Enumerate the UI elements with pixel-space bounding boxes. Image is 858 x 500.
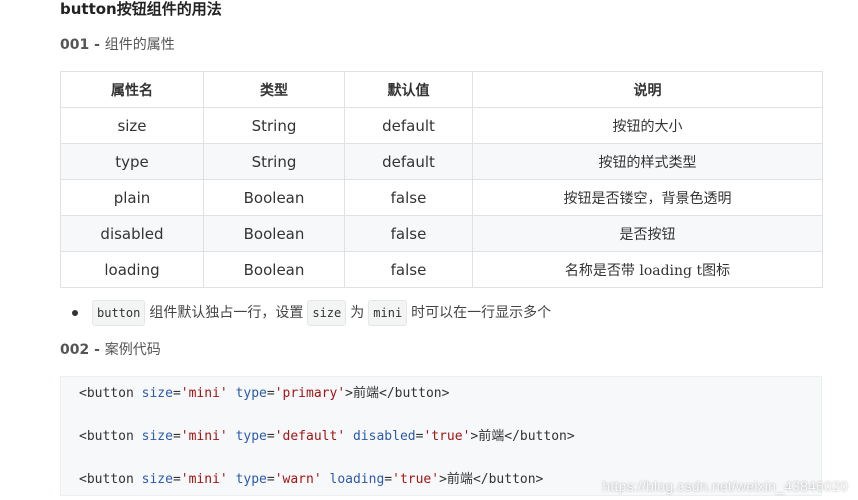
code-attr: size (141, 472, 173, 487)
header-prop-name: 属性名 (60, 71, 204, 108)
bullet-icon (72, 310, 78, 316)
code-attr: size (141, 386, 173, 401)
table-row: size String default 按钮的大小 (60, 107, 823, 144)
code-attr: size (141, 429, 173, 444)
cell-prop-name: loading (60, 251, 204, 288)
cell-description: 按钮的样式类型 (472, 143, 823, 180)
cell-default: false (344, 179, 473, 216)
code-line: <button size='mini' type='default' disab… (79, 429, 575, 444)
code-close-tag: </button> (504, 429, 575, 444)
inline-code-size: size (307, 300, 347, 326)
cell-prop-name: size (60, 107, 204, 144)
code-text: 前端 (352, 386, 379, 401)
code-attr: type (235, 472, 267, 487)
cell-type: Boolean (203, 251, 345, 288)
cell-default: default (344, 107, 473, 144)
code-line: <button size='mini' type='primary'>前端</b… (79, 386, 450, 401)
note-list-item: button 组件默认独占一行，设置 size 为 mini 时可以在一行显示多… (72, 300, 551, 326)
cell-default: default (344, 143, 473, 180)
code-attr: type (235, 386, 267, 401)
inline-code-button: button (92, 300, 146, 326)
section-name: 案例代码 (104, 342, 161, 358)
code-text: 前端 (478, 429, 505, 444)
cell-description: 按钮的大小 (472, 107, 823, 144)
cell-description: 按钮是否镂空，背景色透明 (472, 179, 823, 216)
code-value: 'default' (274, 429, 346, 444)
code-open-tag: <button (79, 386, 134, 401)
cell-type: String (203, 143, 345, 180)
cell-type: Boolean (203, 179, 345, 216)
code-close-tag: </button> (472, 472, 544, 487)
code-line: <button size='mini' type='warn' loading=… (79, 472, 544, 487)
section-heading-example: 002 - 案例代码 (60, 341, 161, 359)
note-text: 时可以在一行显示多个 (411, 305, 552, 321)
table-row: plain Boolean false 按钮是否镂空，背景色透明 (60, 179, 823, 216)
code-open-tag: <button (79, 472, 134, 487)
code-value: 'warn' (274, 472, 322, 487)
header-type: 类型 (203, 71, 345, 108)
header-description: 说明 (472, 71, 823, 108)
cell-prop-name: plain (60, 179, 204, 216)
code-value: 'true' (423, 429, 471, 444)
cell-prop-name: type (60, 143, 204, 180)
section-heading-props: 001 - 组件的属性 (60, 36, 175, 54)
code-value: 'true' (392, 472, 440, 487)
props-table: 属性名 类型 默认值 说明 size String default 按钮的大小 … (60, 71, 823, 288)
code-value: 'mini' (180, 472, 228, 487)
cell-type: String (203, 107, 345, 144)
watermark: https://blog.csdn.net/weixin_43846020 (602, 478, 848, 494)
cell-description: 名称是否带 loading t图标 (472, 251, 823, 288)
cell-prop-name: disabled (60, 215, 204, 252)
note-text: 组件默认独占一行，设置 (149, 305, 304, 321)
cell-description: 是否按钮 (472, 215, 823, 252)
code-attr: type (235, 429, 267, 444)
code-value: 'mini' (180, 429, 228, 444)
table-row: type String default 按钮的样式类型 (60, 143, 823, 180)
cell-type: Boolean (203, 215, 345, 252)
inline-code-mini: mini (368, 300, 408, 326)
code-open-tag: <button (79, 429, 134, 444)
code-close-tag: </button> (379, 386, 450, 401)
cell-default: false (344, 215, 473, 252)
code-text: 前端 (446, 472, 473, 487)
section-name: 组件的属性 (104, 37, 175, 53)
header-default: 默认值 (344, 71, 473, 108)
code-value: 'primary' (274, 386, 346, 401)
section-number: 002 - (60, 342, 100, 358)
table-row: disabled Boolean false 是否按钮 (60, 215, 823, 252)
note-text: 为 (350, 305, 365, 321)
code-value: 'mini' (180, 386, 228, 401)
cell-default: false (344, 251, 473, 288)
page-title: button按钮组件的用法 (60, 0, 222, 18)
code-attr: loading (329, 472, 385, 487)
table-row: loading Boolean false 名称是否带 loading t图标 (60, 251, 823, 288)
code-attr: disabled (352, 429, 416, 444)
table-header-row: 属性名 类型 默认值 说明 (60, 71, 823, 108)
section-number: 001 - (60, 37, 100, 53)
